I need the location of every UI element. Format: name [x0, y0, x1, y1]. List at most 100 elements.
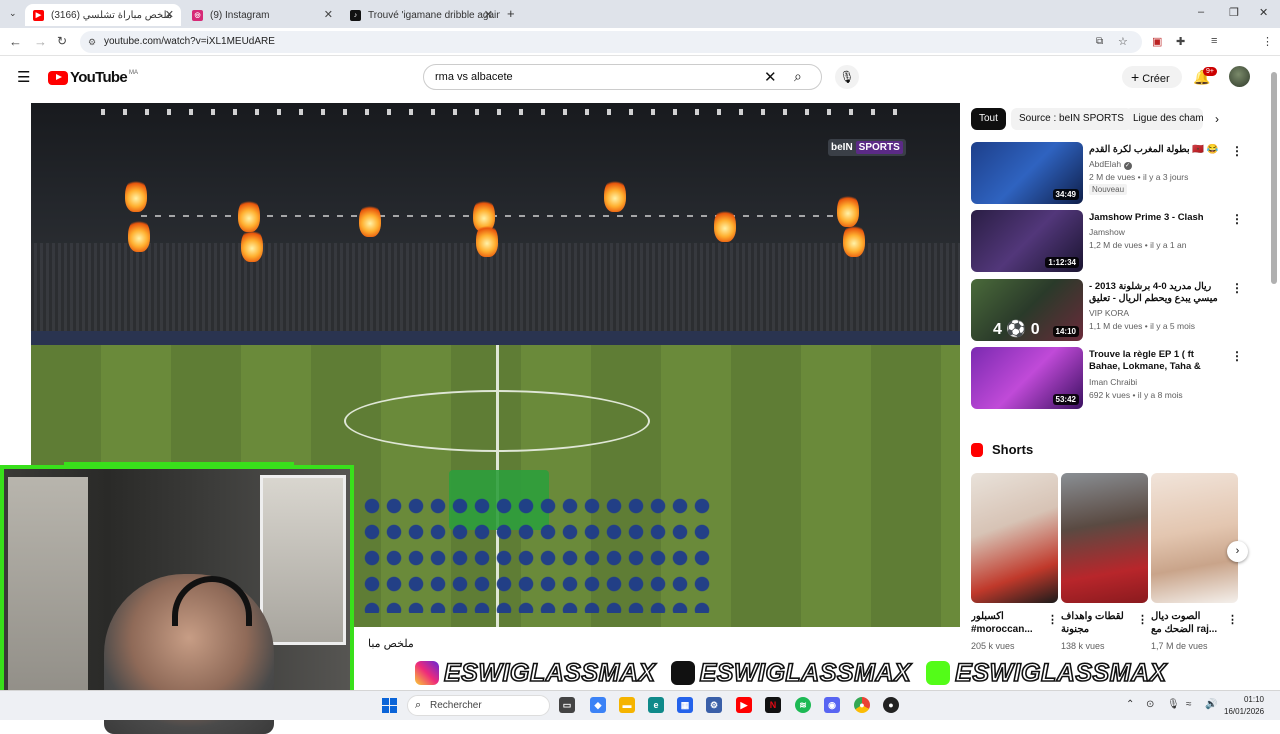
install-app-icon[interactable]: ⧉	[1096, 31, 1103, 53]
hamburger-menu-icon[interactable]: ☰	[17, 68, 30, 86]
store-icon[interactable]: ▦	[677, 697, 693, 713]
settings-app-icon[interactable]: ⚙	[706, 697, 722, 713]
video-thumbnail[interactable]: 34:49	[971, 142, 1083, 204]
more-actions-icon[interactable]: ⋮	[1231, 281, 1243, 295]
channel-name[interactable]: Iman Chraibi	[1089, 377, 1137, 387]
video-meta: 1,1 M de vues • il y a 5 mois	[1089, 321, 1195, 331]
video-title[interactable]: Trouve la règle EP 1 ( ft Bahae, Lokmane…	[1089, 349, 1224, 373]
network-icon[interactable]: ⊙	[1146, 699, 1154, 710]
video-thumbnail[interactable]: 4 ⚽ 0 14:10	[971, 279, 1083, 341]
close-tab-icon[interactable]: ✕	[484, 8, 493, 21]
plus-icon: +	[1131, 69, 1140, 85]
address-bar[interactable]: ⚙ youtube.com/watch?v=iXL1MEUdARE ⧉ ☆	[80, 31, 1142, 53]
volume-icon[interactable]: 🔊	[1205, 699, 1217, 710]
browser-menu-icon[interactable]: ⋮	[1262, 35, 1273, 48]
windows-start-icon[interactable]	[382, 698, 397, 713]
short-item[interactable]: اكسبلور #moroccan... ⋮ 205 k vues	[971, 473, 1058, 651]
voice-search-mic-icon[interactable]: 🎙	[835, 65, 859, 89]
chevron-right-icon[interactable]: ›	[1227, 541, 1248, 562]
search-icon[interactable]: ⌕	[794, 68, 802, 85]
short-title[interactable]: اكسبلور #moroccan...	[971, 610, 1045, 636]
back-icon[interactable]: ←	[9, 34, 22, 49]
short-title[interactable]: لقطات واهداف مجنونة لفينيسيوس	[1061, 610, 1135, 636]
clock-date: 16/01/2026	[1224, 707, 1265, 716]
tab-youtube[interactable]: ▶ (3166) ملخص مباراة تشلسي ✕	[25, 4, 181, 26]
video-title[interactable]: بطولة المغرب لكرة القدم 🇲🇦 😂	[1089, 144, 1224, 156]
system-clock[interactable]: 01:10 16/01/2026	[1224, 694, 1264, 718]
chip-all[interactable]: Tout	[971, 108, 1006, 130]
score-overlay: 4 ⚽ 0	[993, 321, 1040, 338]
more-actions-icon[interactable]: ⋮	[1231, 349, 1243, 363]
youtube-app-icon[interactable]: ▶	[736, 697, 752, 713]
more-actions-icon[interactable]: ⋮	[1137, 613, 1148, 626]
forward-icon[interactable]: →	[34, 34, 47, 49]
video-title[interactable]: Jamshow Prime 3 - Clash	[1089, 212, 1224, 224]
search-input[interactable]: rma vs albacete ✕ ⌕	[423, 64, 822, 90]
chrome-profile-icon[interactable]: ●	[883, 697, 899, 713]
short-thumbnail[interactable]	[971, 473, 1058, 603]
chip-champions-league[interactable]: Ligue des champ	[1125, 108, 1203, 130]
copilot-icon[interactable]: ◆	[590, 697, 606, 713]
netflix-icon[interactable]: N	[765, 697, 781, 713]
minimize-button[interactable]: –	[1198, 6, 1204, 18]
file-explorer-icon[interactable]: ▬	[619, 697, 635, 713]
chrome-icon[interactable]: ●	[854, 697, 870, 713]
notifications-badge: 9+	[1203, 67, 1217, 76]
channel-name[interactable]: VIP KORA	[1089, 308, 1129, 318]
chip-source-bein[interactable]: Source : beIN SPORTS	[1011, 108, 1132, 130]
stadium-lights	[101, 109, 901, 115]
short-title[interactable]: الصوت ديال الضحك مع raj...	[1151, 610, 1225, 636]
room-door	[8, 477, 88, 716]
youtube-logo[interactable]: YouTube MA	[48, 69, 138, 86]
edge-icon[interactable]: e	[648, 697, 664, 713]
channel-name[interactable]: Jamshow	[1089, 227, 1125, 237]
new-tab-button[interactable]: +	[507, 6, 515, 21]
close-tab-icon[interactable]: ✕	[165, 8, 174, 21]
close-window-button[interactable]: ✕	[1259, 6, 1268, 19]
more-actions-icon[interactable]: ⋮	[1231, 212, 1243, 226]
maximize-button[interactable]: ❐	[1229, 6, 1239, 19]
short-views: 205 k vues	[971, 641, 1015, 651]
bein-sports-text: SPORTS	[855, 141, 903, 154]
discord-icon[interactable]: ◉	[824, 697, 840, 713]
video-title[interactable]: ريال مدريد 0-4 برشلونة 2013 - ميسي يبدع …	[1089, 281, 1224, 305]
more-actions-icon[interactable]: ⋮	[1047, 613, 1058, 626]
site-info-icon[interactable]: ⚙	[88, 31, 96, 53]
recommendation-item[interactable]: 34:49 بطولة المغرب لكرة القدم 🇲🇦 😂 AbdEl…	[971, 142, 1243, 204]
tray-overflow-icon[interactable]: ⌃	[1126, 699, 1134, 710]
extensions-puzzle-icon[interactable]: ✚	[1176, 35, 1185, 48]
create-button[interactable]: + Créer	[1122, 66, 1182, 88]
task-view-icon[interactable]: ▭	[559, 697, 575, 713]
extension-icon[interactable]: ▣	[1152, 35, 1162, 48]
video-thumbnail[interactable]: 1:12:34	[971, 210, 1083, 272]
channel-name[interactable]: AbdElah ✓	[1089, 159, 1132, 170]
recommendation-item[interactable]: 1:12:34 Jamshow Prime 3 - Clash Jamshow …	[971, 210, 1243, 272]
recommendation-item[interactable]: 4 ⚽ 0 14:10 ريال مدريد 0-4 برشلونة 2013 …	[971, 279, 1243, 341]
video-thumbnail[interactable]: 53:42	[971, 347, 1083, 409]
clear-search-icon[interactable]: ✕	[764, 68, 777, 86]
short-item[interactable]: لقطات واهداف مجنونة لفينيسيوس ⋮ 138 k vu…	[1061, 473, 1148, 651]
reload-icon[interactable]: ↻	[57, 34, 67, 48]
more-actions-icon[interactable]: ⋮	[1231, 144, 1243, 158]
shorts-icon	[971, 442, 983, 457]
search-query: rma vs albacete	[435, 71, 513, 83]
tab-search-icon[interactable]: ⌄	[9, 8, 17, 19]
short-thumbnail[interactable]	[1151, 473, 1238, 603]
close-tab-icon[interactable]: ✕	[324, 8, 333, 21]
short-thumbnail[interactable]	[1061, 473, 1148, 603]
recommendation-item[interactable]: 53:42 Trouve la règle EP 1 ( ft Bahae, L…	[971, 347, 1243, 409]
tab-instagram[interactable]: ◎ (9) Instagram ✕	[184, 4, 340, 26]
spotify-icon[interactable]: ≋	[795, 697, 811, 713]
taskbar-search[interactable]: ⌕ Rechercher	[407, 695, 550, 716]
media-control-icon[interactable]: ≡	[1211, 35, 1217, 47]
microphone-icon[interactable]: 🎙	[1167, 699, 1180, 710]
short-item[interactable]: الصوت ديال الضحك مع raj... ⋮ 1,7 M de vu…	[1151, 473, 1238, 651]
tab-tiktok[interactable]: ♪ Trouvé 'igamane dribble against' ✕	[342, 4, 500, 26]
scrollbar-thumb[interactable]	[1271, 72, 1277, 284]
more-actions-icon[interactable]: ⋮	[1227, 613, 1238, 626]
account-avatar[interactable]	[1229, 66, 1250, 87]
bookmark-star-icon[interactable]: ☆	[1118, 31, 1128, 53]
pyro-flame	[238, 198, 260, 232]
wifi-icon[interactable]: ≈	[1186, 699, 1192, 710]
chevron-right-icon[interactable]: ›	[1215, 112, 1219, 126]
